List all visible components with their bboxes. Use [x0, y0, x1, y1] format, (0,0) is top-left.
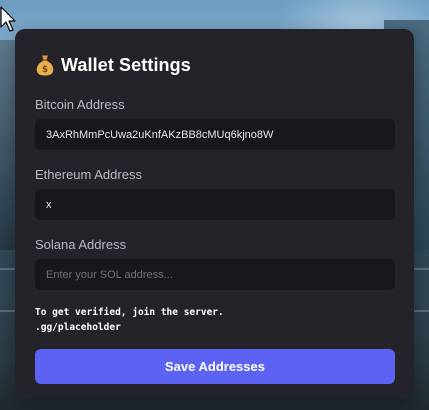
bitcoin-address-input[interactable]	[35, 119, 395, 150]
mouse-cursor-icon	[0, 6, 16, 32]
solana-address-label: Solana Address	[35, 237, 127, 252]
wallet-settings-dialog: $ Wallet Settings Bitcoin Address Ethere…	[15, 29, 414, 398]
save-addresses-button[interactable]: Save Addresses	[35, 349, 395, 384]
money-bag-icon: $	[36, 55, 54, 76]
dialog-header: $ Wallet Settings	[35, 52, 191, 78]
bitcoin-address-label: Bitcoin Address	[35, 97, 125, 112]
dialog-title: Wallet Settings	[61, 54, 191, 75]
verification-note-line-1: To get verified, join the server.	[35, 307, 224, 318]
verification-note: To get verified, join the server. .gg/pl…	[35, 305, 224, 335]
ethereum-address-label: Ethereum Address	[35, 167, 142, 182]
ethereum-address-input[interactable]	[35, 189, 395, 220]
svg-text:$: $	[42, 65, 48, 75]
verification-note-line-2: .gg/placeholder	[35, 322, 121, 333]
solana-address-input[interactable]	[35, 259, 395, 290]
